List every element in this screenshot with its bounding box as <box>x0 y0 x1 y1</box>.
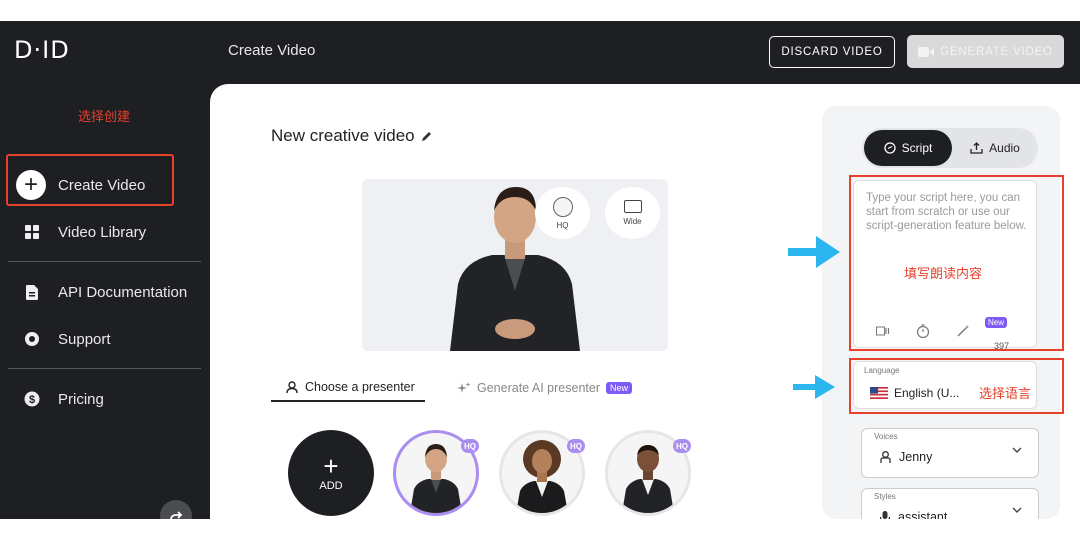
editor-canvas: New creative video HQ Wide Choose a pres… <box>210 84 1080 519</box>
new-badge: New <box>606 382 633 394</box>
tab-label: Audio <box>989 141 1020 155</box>
tab-choose-presenter[interactable]: Choose a presenter <box>271 374 425 402</box>
rectangle-icon <box>623 200 642 213</box>
sidebar-item-label: Support <box>58 330 111 348</box>
plus-icon: + <box>16 170 46 200</box>
microphone-icon <box>880 510 890 519</box>
script-icon <box>884 142 896 154</box>
presenter-tabs: Choose a presenter Generate AI presenter… <box>271 374 651 404</box>
annotation-arrow-icon <box>788 236 840 268</box>
sidebar-item-api-documentation[interactable]: API Documentation <box>20 277 187 307</box>
chevron-down-icon <box>1012 447 1022 453</box>
collapse-sidebar-button[interactable] <box>160 500 192 519</box>
hq-option-button[interactable]: HQ <box>535 187 590 239</box>
add-presenter-button[interactable]: + ADD <box>288 430 374 516</box>
tab-script[interactable]: Script <box>864 130 952 166</box>
upload-icon <box>970 142 983 154</box>
hq-badge: HQ <box>461 439 479 453</box>
sidebar-item-label: Video Library <box>58 223 147 241</box>
discard-video-button[interactable]: DISCARD VIDEO <box>769 36 895 68</box>
sidebar-divider <box>8 368 201 369</box>
style-value-text: assistant <box>898 510 948 519</box>
wide-option-button[interactable]: Wide <box>605 187 660 239</box>
arrow-icon <box>170 511 183 519</box>
chevron-down-icon <box>1012 507 1022 513</box>
script-panel: Script Audio Type your script here, you … <box>822 106 1064 519</box>
sidebar-divider <box>8 261 201 262</box>
generate-video-button[interactable]: GENERATE VIDEO <box>907 35 1064 68</box>
styles-label: Styles <box>874 492 896 501</box>
add-label: ADD <box>319 480 343 492</box>
annotation-select-create: 选择创建 <box>78 110 131 125</box>
hq-badge: HQ <box>673 439 691 453</box>
top-bar: D·ID Create Video DISCARD VIDEO GENERATE… <box>0 21 1080 84</box>
circle-icon <box>552 196 573 217</box>
voice-select[interactable]: Voices Jenny <box>861 428 1039 478</box>
screenshot-frame: D·ID Create Video DISCARD VIDEO GENERATE… <box>0 21 1080 519</box>
video-preview: HQ Wide <box>362 179 668 351</box>
voices-label: Voices <box>874 432 898 441</box>
lifebuoy-icon <box>20 327 44 351</box>
video-title-text: New creative video <box>271 126 415 145</box>
voice-value-text: Jenny <box>899 450 933 464</box>
wide-option-label: Wide <box>623 217 642 226</box>
document-icon <box>20 280 44 304</box>
sidebar-item-support[interactable]: Support <box>20 324 111 354</box>
style-value: assistant <box>880 510 947 519</box>
hq-option-label: HQ <box>556 220 569 230</box>
annotation-highlight-box <box>849 175 1064 351</box>
person-icon <box>880 450 891 463</box>
sidebar-item-create-video[interactable]: + Create Video <box>16 170 145 200</box>
main-area: New creative video HQ Wide Choose a pres… <box>210 84 1080 519</box>
script-audio-toggle: Script Audio <box>862 128 1038 168</box>
sidebar-item-label: Pricing <box>58 390 104 408</box>
tab-label: Choose a presenter <box>305 380 415 394</box>
sparkle-icon <box>457 382 471 393</box>
plus-icon: + <box>323 451 339 481</box>
sidebar-item-video-library[interactable]: Video Library <box>20 217 146 247</box>
person-icon <box>286 380 298 393</box>
sidebar: 选择创建 + Create Video Video Library API Do… <box>0 84 210 519</box>
tab-label: Script <box>901 141 933 155</box>
generate-video-label: GENERATE VIDEO <box>940 45 1053 58</box>
did-logo[interactable]: D·ID <box>14 36 70 64</box>
annotation-arrow-icon <box>793 375 835 399</box>
video-title[interactable]: New creative video <box>271 126 432 146</box>
sidebar-item-label: API Documentation <box>58 283 188 301</box>
tab-audio[interactable]: Audio <box>952 130 1038 166</box>
dollar-icon: $ <box>20 387 44 411</box>
tab-generate-ai-presenter[interactable]: Generate AI presenter New <box>457 374 633 402</box>
page-title: Create Video <box>228 42 316 59</box>
video-camera-icon <box>918 46 935 57</box>
svg-text:$: $ <box>29 394 35 406</box>
hq-badge: HQ <box>567 439 585 453</box>
voice-value: Jenny <box>880 450 932 464</box>
grid-icon <box>20 220 44 244</box>
pencil-icon[interactable] <box>421 131 432 142</box>
tab-label: Generate AI presenter <box>477 381 600 395</box>
style-select[interactable]: Styles assistant <box>861 488 1039 519</box>
sidebar-item-pricing[interactable]: $ Pricing <box>20 384 104 414</box>
annotation-highlight-box <box>849 358 1064 414</box>
sidebar-item-label: Create Video <box>58 176 146 194</box>
